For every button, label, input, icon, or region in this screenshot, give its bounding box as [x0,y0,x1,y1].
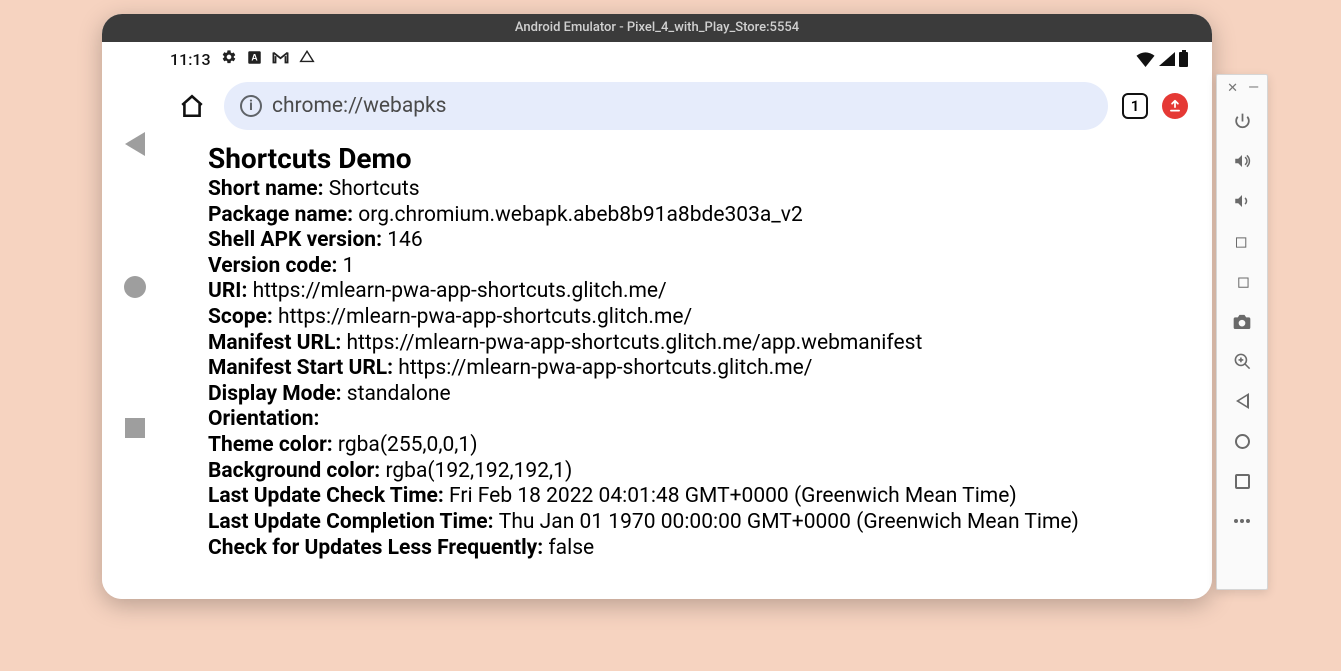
more-icon[interactable] [1230,509,1254,533]
drive-icon [299,50,315,68]
camera-icon[interactable] [1230,309,1254,333]
chrome-toolbar: i chrome://webapks 1 [168,76,1206,140]
field-label: URI: [208,279,253,303]
field-value: Fri Feb 18 2022 04:01:48 GMT+0000 (Green… [449,484,1017,508]
field-row: Check for Updates Less Frequently: false [208,536,1196,562]
field-row: Last Update Completion Time: Thu Jan 01 … [208,510,1196,536]
field-label: Check for Updates Less Frequently: [208,536,548,560]
field-value: https://mlearn-pwa-app-shortcuts.glitch.… [253,279,667,303]
field-label: Manifest Start URL: [208,356,398,380]
field-row: Orientation: [208,407,1196,433]
field-value: false [548,536,594,560]
field-label: Theme color: [208,433,338,457]
field-label: Version code: [208,254,343,278]
wifi-icon [1136,52,1155,67]
close-icon[interactable]: ✕ [1227,81,1238,96]
field-value: Thu Jan 01 1970 00:00:00 GMT+0000 (Green… [499,510,1079,534]
field-value: standalone [347,382,451,406]
field-value: 1 [343,254,355,278]
device-screen: 11:13 A [168,42,1212,599]
home-nav-icon[interactable] [1230,429,1254,453]
field-value: Shortcuts [329,177,420,201]
rotate-right-icon[interactable]: ◇ [1230,269,1254,293]
field-label: Shell APK version: [208,228,387,252]
info-icon: i [240,95,262,117]
field-row: Scope: https://mlearn-pwa-app-shortcuts.… [208,305,1196,331]
zoom-icon[interactable] [1230,349,1254,373]
power-icon[interactable] [1230,109,1254,133]
emulator-window: Android Emulator - Pixel_4_with_Play_Sto… [102,14,1212,599]
field-row: Background color: rgba(192,192,192,1) [208,459,1196,485]
back-nav-icon[interactable] [1230,389,1254,413]
field-label: Orientation: [208,407,319,431]
field-label: Last Update Completion Time: [208,510,499,534]
minimize-icon[interactable]: — [1248,80,1259,96]
status-bar: 11:13 A [168,42,1206,76]
app-icon: A [247,50,262,69]
field-value: https://mlearn-pwa-app-shortcuts.glitch.… [278,305,692,329]
tab-switcher[interactable]: 1 [1122,93,1148,119]
field-label: Short name: [208,177,329,201]
field-label: Scope: [208,305,278,329]
overview-button[interactable] [125,418,145,438]
signal-icon [1159,52,1175,66]
back-button[interactable] [125,132,145,156]
field-row: Last Update Check Time: Fri Feb 18 2022 … [208,484,1196,510]
field-row: Theme color: rgba(255,0,0,1) [208,433,1196,459]
volume-up-icon[interactable] [1230,149,1254,173]
field-label: Display Mode: [208,382,347,406]
svg-text:A: A [251,52,258,62]
field-row: Shell APK version: 146 [208,228,1196,254]
volume-down-icon[interactable] [1230,189,1254,213]
field-row: Version code: 1 [208,254,1196,280]
field-row: URI: https://mlearn-pwa-app-shortcuts.gl… [208,279,1196,305]
field-label: Package name: [208,203,358,227]
field-row: Display Mode: standalone [208,382,1196,408]
field-row: Manifest URL: https://mlearn-pwa-app-sho… [208,331,1196,357]
field-label: Manifest URL: [208,331,346,355]
field-value: https://mlearn-pwa-app-shortcuts.glitch.… [346,331,922,355]
field-value: 146 [387,228,422,252]
home-button[interactable] [124,276,146,298]
field-row: Manifest Start URL: https://mlearn-pwa-a… [208,356,1196,382]
page-content: Shortcuts Demo Short name: ShortcutsPack… [168,140,1206,599]
field-label: Last Update Check Time: [208,484,449,508]
field-value: rgba(255,0,0,1) [338,433,478,457]
field-value: org.chromium.webapk.abeb8b91a8bde303a_v2 [358,203,802,227]
device-body: 11:13 A [102,42,1212,599]
rotate-left-icon[interactable]: ◇ [1230,229,1254,253]
field-value: rgba(192,192,192,1) [385,459,572,483]
extension-badge[interactable] [1162,93,1188,119]
status-time: 11:13 [170,50,211,69]
home-icon[interactable] [174,88,210,124]
emulator-toolbar: ✕ — ◇ ◇ [1216,74,1268,590]
page-title: Shortcuts Demo [208,142,1196,175]
overview-nav-icon[interactable] [1230,469,1254,493]
field-row: Short name: Shortcuts [208,177,1196,203]
android-nav-rail [102,42,168,599]
url-bar[interactable]: i chrome://webapks [224,82,1108,130]
field-label: Background color: [208,459,385,483]
gear-icon [221,49,237,69]
window-title: Android Emulator - Pixel_4_with_Play_Sto… [102,14,1212,42]
url-text: chrome://webapks [272,94,447,118]
gmail-icon [272,50,289,68]
battery-icon [1179,52,1188,67]
field-value: https://mlearn-pwa-app-shortcuts.glitch.… [398,356,812,380]
field-row: Package name: org.chromium.webapk.abeb8b… [208,203,1196,229]
